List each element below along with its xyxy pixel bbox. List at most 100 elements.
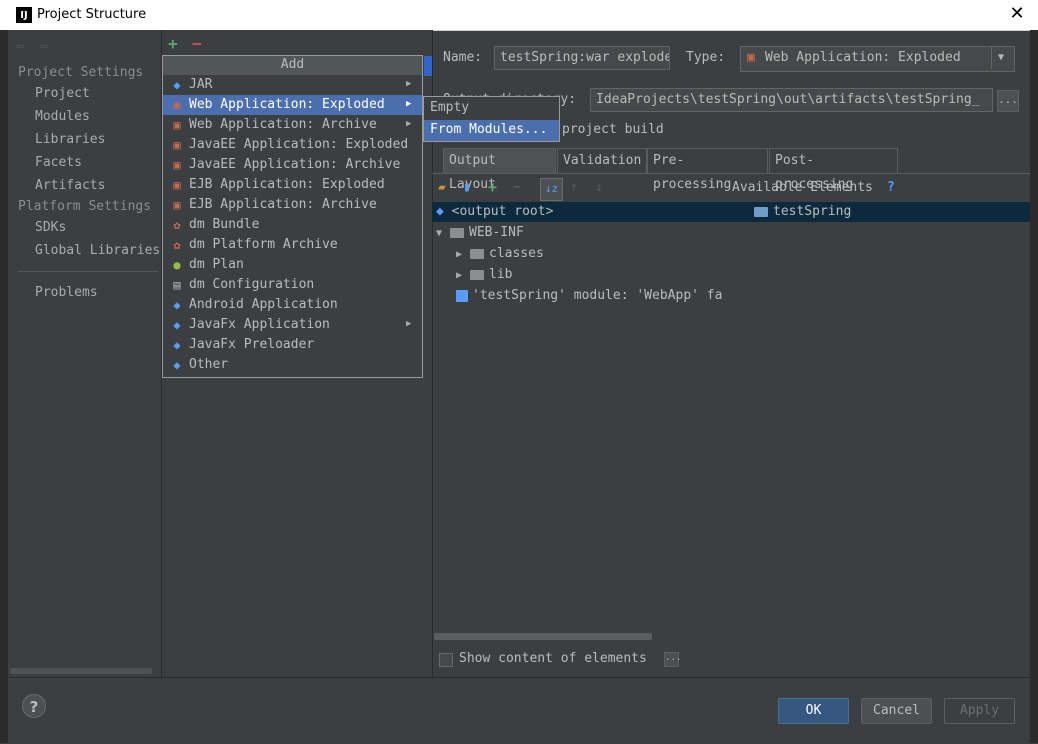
expand-down-icon[interactable]: ▼ [436,228,450,239]
submenu-arrow-icon: ▶ [406,119,412,129]
sidebar-item-problems[interactable]: Problems [35,285,98,300]
sidebar-item-facets[interactable]: Facets [35,155,82,170]
tabs-divider [432,173,1030,174]
back-arrow-icon[interactable]: ⇦ [16,38,24,54]
archive-icon[interactable]: ▮ [463,180,471,195]
artifact-type-select[interactable]: ▣ Web Application: Exploded ▼ [740,46,1015,72]
folder-icon [470,248,484,259]
web-app-exploded-submenu: Empty From Modules... [423,96,560,142]
sidebar-item-libraries[interactable]: Libraries [35,132,105,147]
window-title: Project Structure [37,7,147,22]
title-bar: IJ Project Structure ✕ [0,0,1038,31]
artifact-type-value: Web Application: Exploded [765,50,961,65]
tree-item-classes[interactable]: ▶ classes [456,246,544,261]
submenu-item-from-modules[interactable]: From Modules... [424,120,559,141]
add-menu-item-label: Web Application: Archive [189,117,377,132]
apply-button[interactable]: Apply [944,698,1015,724]
tree-item-label: 'testSpring' module: 'WebApp' fa [472,288,723,303]
add-menu-item[interactable]: ▣ EJB Application: Archive [163,195,422,215]
add-menu-item[interactable]: ▣ JavaEE Application: Exploded [163,135,422,155]
dm-config-icon: ▤ [173,278,181,292]
add-menu-item[interactable]: ◆ JavaFx Preloader [163,335,422,355]
sidebar-scrollbar[interactable] [10,668,152,674]
sidebar-divider [18,271,158,272]
tree-item-output-root[interactable]: ◆ <output root> [436,204,553,219]
cancel-button[interactable]: Cancel [861,698,932,724]
add-menu-item-label: dm Plan [189,257,244,272]
sort-icon[interactable]: ↓z [540,178,563,201]
tab-output-layout[interactable]: Output Layout [443,148,556,192]
dm-plan-icon: ● [173,258,181,272]
show-content-options-button[interactable]: ... [664,652,681,667]
move-down-icon[interactable]: ↓ [595,180,603,195]
show-content-checkbox[interactable] [439,653,453,667]
tree-item-webinf[interactable]: ▼ WEB-INF [436,225,524,240]
tab-pre-processing[interactable]: Pre-processing [647,148,768,192]
ok-button[interactable]: OK [778,698,849,724]
add-menu-item-label: JavaFx Preloader [189,337,315,352]
module-folder-icon [754,206,768,217]
output-root-icon: ◆ [436,204,444,219]
jar-icon: ◆ [173,78,181,92]
show-content-label: Show content of elements [459,651,647,666]
chevron-down-icon: ▼ [991,47,1004,69]
add-menu-item[interactable]: ◆ JavaFx Application ▶ [163,315,422,335]
add-menu-item-label: JavaEE Application: Exploded [189,137,409,152]
add-menu-item[interactable]: ▣ Web Application: Exploded ▶ [163,95,422,115]
available-elements-label: Available Elements [732,180,873,195]
forward-arrow-icon[interactable]: ⇨ [40,38,48,54]
ejb-icon: ▣ [173,178,181,192]
layout-horizontal-scrollbar[interactable] [434,633,652,640]
expand-right-icon[interactable]: ▶ [456,249,470,260]
add-menu-item-label: JAR [189,77,213,92]
javaee-icon: ▣ [173,158,181,172]
add-menu-item[interactable]: ◆ Other [163,355,422,375]
sidebar-item-sdks[interactable]: SDKs [35,220,66,235]
sidebar-item-global-libraries[interactable]: Global Libraries [35,243,160,258]
add-menu-item-label: JavaEE Application: Archive [189,157,401,172]
javaee-icon: ▣ [173,138,181,152]
tab-validation[interactable]: Validation [557,148,647,173]
tree-item-label: classes [489,246,544,261]
folder-icon [470,269,484,280]
facet-icon [456,289,468,302]
add-menu-item[interactable]: ▣ EJB Application: Exploded [163,175,422,195]
name-label: Name: [443,50,483,65]
tree-item-label: <output root> [451,204,554,219]
sidebar-item-modules[interactable]: Modules [35,109,90,124]
submenu-item-empty[interactable]: Empty [424,98,559,119]
folder-icon [450,227,464,238]
create-directory-icon[interactable]: ▰ [438,180,446,195]
ejb-icon: ▣ [173,198,181,212]
remove-artifact-button[interactable]: − [192,34,202,53]
expand-right-icon[interactable]: ▶ [456,270,470,281]
add-menu-item[interactable]: ▣ JavaEE Application: Archive [163,155,422,175]
browse-button[interactable]: ... [997,90,1019,112]
artifact-name-input[interactable]: testSpring:war exploded [494,46,670,70]
tab-post-processing[interactable]: Post-processing [769,148,898,192]
add-menu-item[interactable]: ✿ dm Platform Archive [163,235,422,255]
tree-item-label: WEB-INF [469,225,524,240]
add-menu-item[interactable]: ◆ JAR ▶ [163,75,422,95]
web-app-icon: ▣ [173,118,181,132]
output-directory-input[interactable]: IdeaProjects\testSpring\out\artifacts\te… [590,88,993,112]
add-menu-item[interactable]: ▤ dm Configuration [163,275,422,295]
help-button[interactable]: ? [22,694,46,718]
add-menu-item[interactable]: ▣ Web Application: Archive ▶ [163,115,422,135]
remove-element-icon[interactable]: − [513,180,521,195]
other-icon: ◆ [173,358,181,372]
tree-item-module-facet[interactable]: 'testSpring' module: 'WebApp' fa [456,288,722,303]
add-menu-item[interactable]: ✿ dm Bundle [163,215,422,235]
add-artifact-button[interactable]: + [168,34,178,53]
available-item-testspring[interactable]: testSpring [754,204,851,219]
help-icon[interactable]: ? [887,180,895,195]
background-editor-edge [0,30,8,743]
sidebar-item-project[interactable]: Project [35,86,90,101]
move-up-icon[interactable]: ↑ [570,180,578,195]
add-element-icon[interactable]: + [488,178,497,196]
close-icon[interactable]: ✕ [1006,3,1028,25]
sidebar-item-artifacts[interactable]: Artifacts [35,178,105,193]
tree-item-lib[interactable]: ▶ lib [456,267,512,282]
add-menu-item[interactable]: ◆ Android Application [163,295,422,315]
add-menu-item[interactable]: ● dm Plan [163,255,422,275]
